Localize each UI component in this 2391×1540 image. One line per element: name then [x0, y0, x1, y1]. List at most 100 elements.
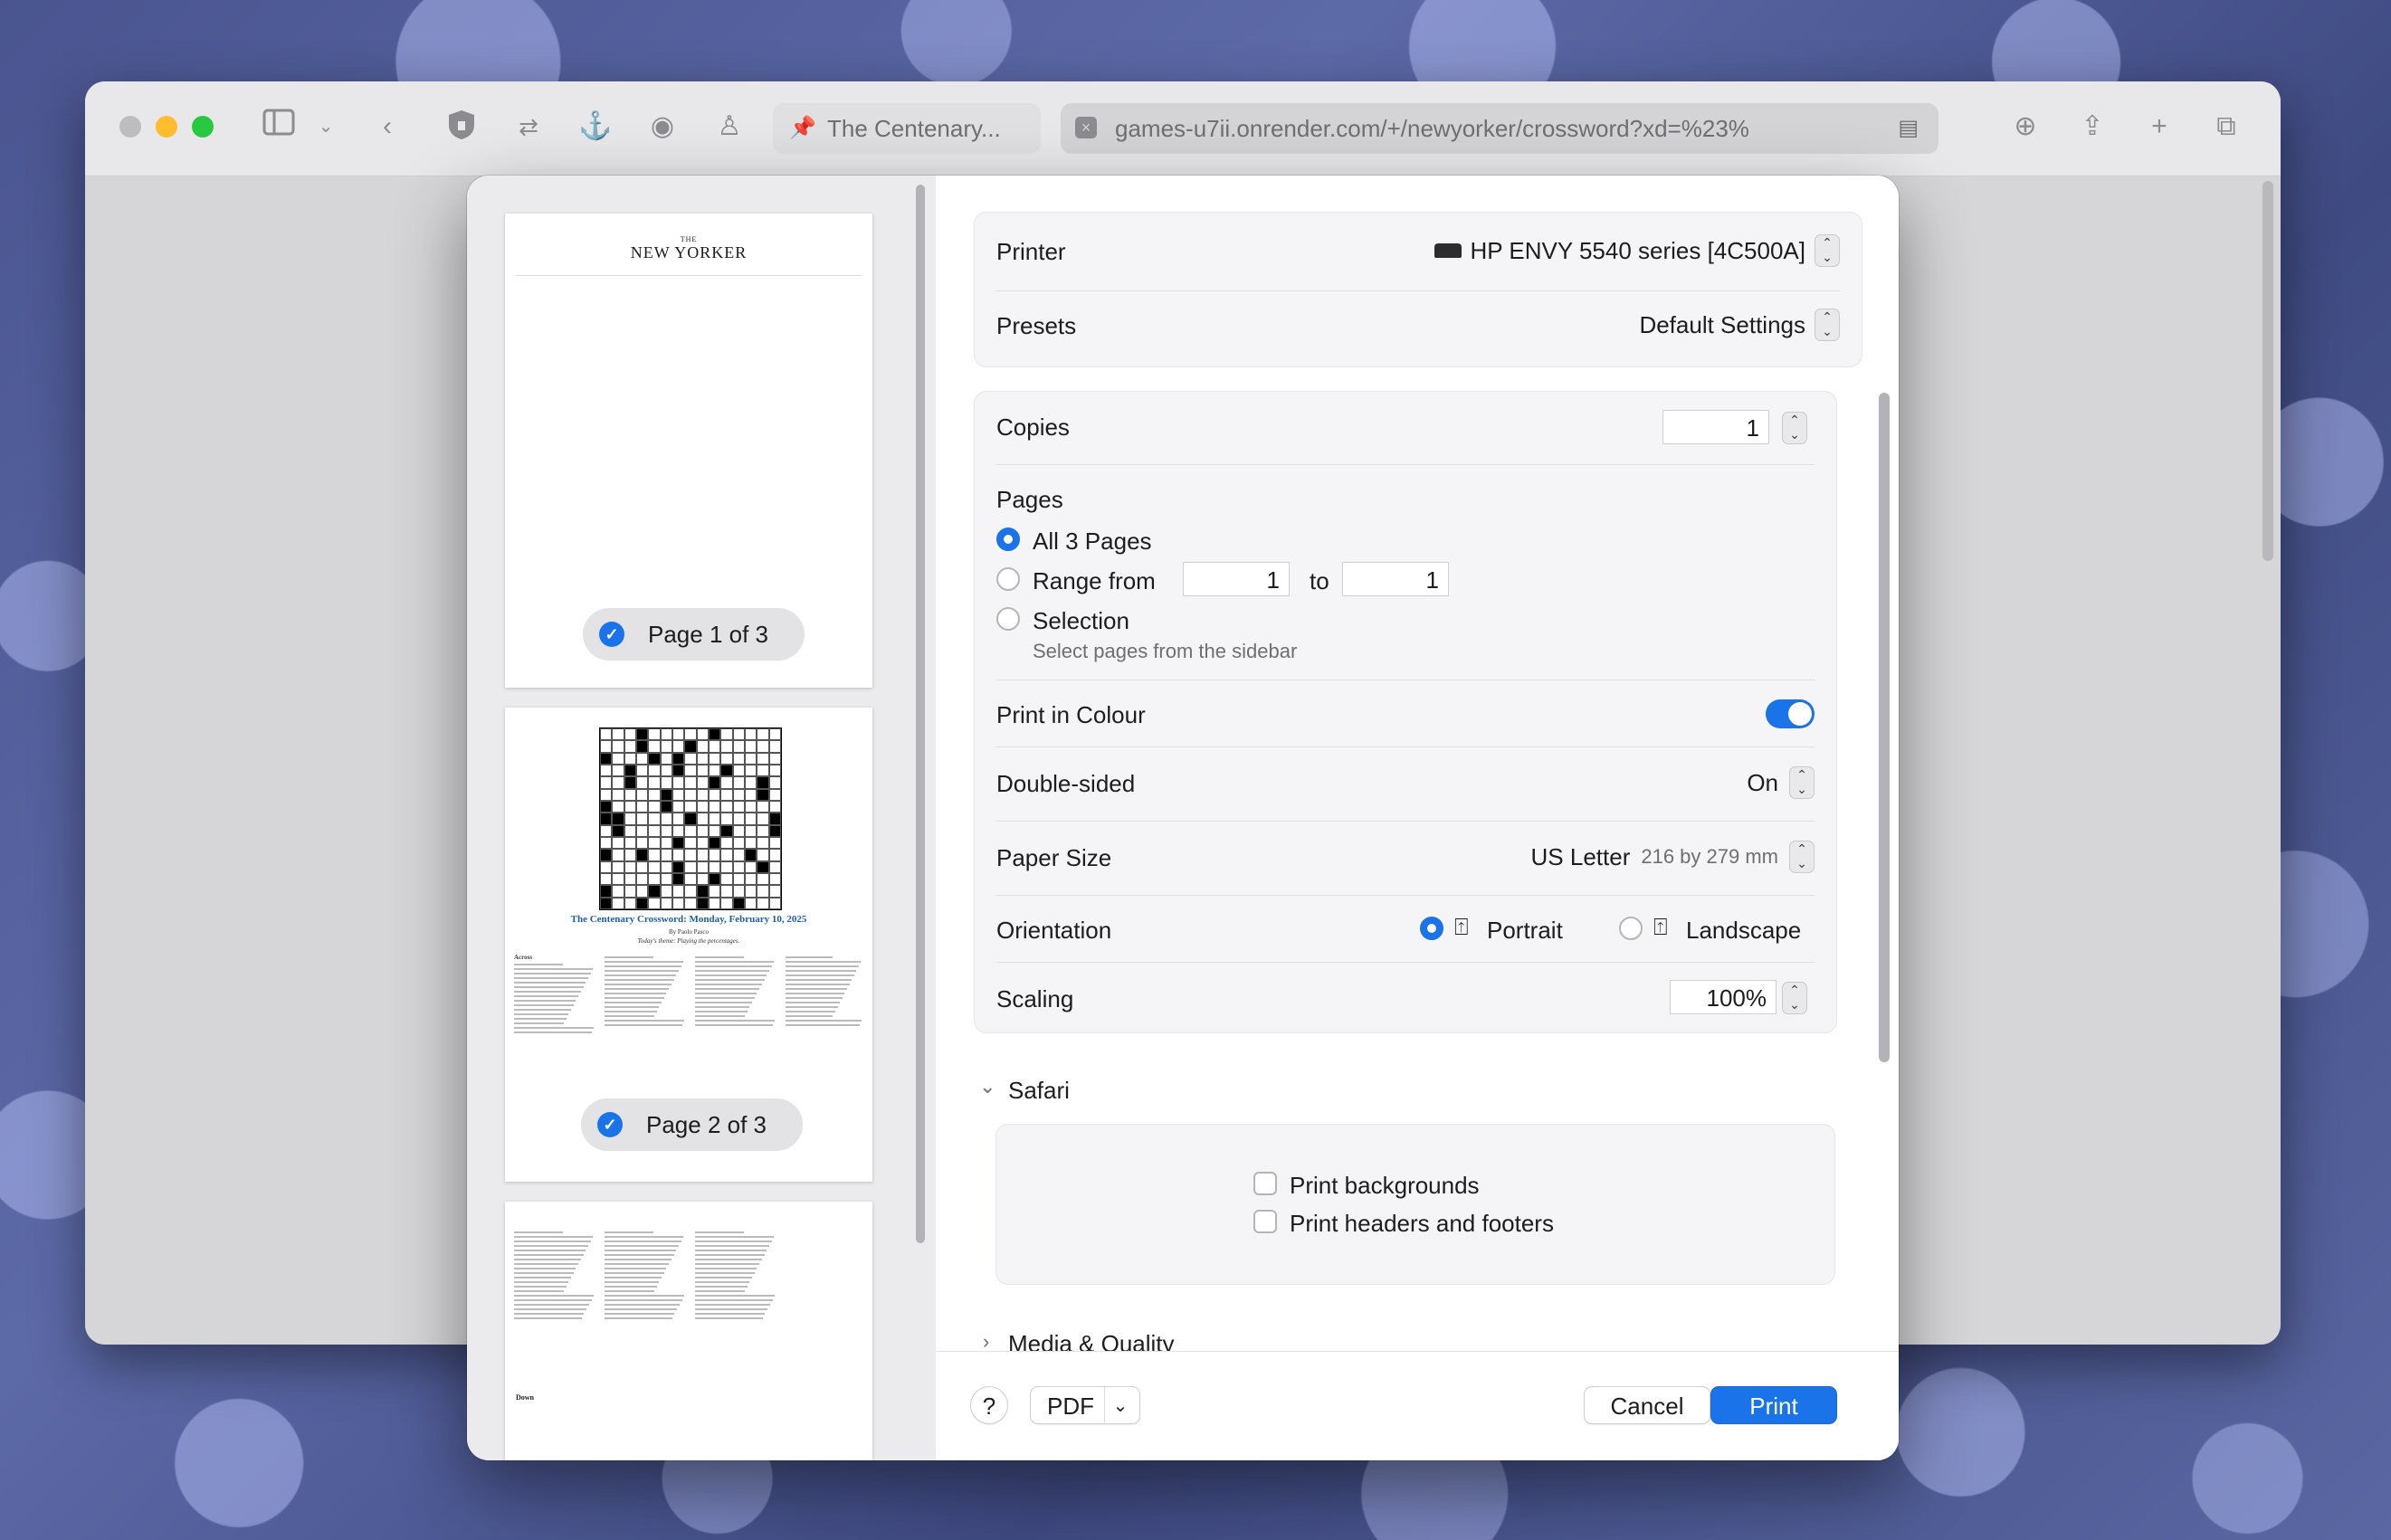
page-badge[interactable]: ✓ Page 1 of 3 [583, 608, 805, 661]
page-badge[interactable]: ✓ Page 2 of 3 [581, 1098, 803, 1151]
grid-cell [684, 764, 697, 777]
copies-stepper[interactable]: ⌃ ⌄ [1782, 412, 1807, 444]
text-line [514, 986, 584, 988]
download-icon[interactable]: ⊕ [2007, 109, 2043, 145]
shield-icon[interactable] [443, 109, 480, 145]
grid-cell [757, 836, 769, 850]
range-radio[interactable] [996, 567, 1020, 591]
text-line [514, 1004, 574, 1006]
grid-cell [624, 764, 636, 777]
chevron-down-icon[interactable]: ⌄ [308, 109, 344, 145]
text-line [605, 1002, 662, 1003]
range-label: Range from [1033, 567, 1156, 594]
grid-cell [660, 836, 672, 850]
chevron-down-icon[interactable]: ⌄ [979, 1075, 995, 1098]
grid-cell [600, 813, 613, 825]
reader-icon[interactable]: ▤ [1898, 103, 1919, 154]
text-line [605, 961, 684, 963]
presets-select[interactable]: Default Settings ⌃ ⌄ [1639, 307, 1840, 343]
print-headers-footers-label: Print headers and footers [1290, 1210, 1554, 1237]
selection-radio[interactable] [996, 607, 1020, 631]
close-tab-icon[interactable]: × [1075, 117, 1097, 138]
tabs-overview-icon[interactable]: ⧉ [2208, 109, 2244, 145]
scaling-field[interactable]: 100% [1670, 980, 1777, 1014]
back-icon[interactable]: ‹ [369, 109, 405, 145]
text-line [695, 1002, 752, 1003]
print-backgrounds-checkbox[interactable] [1253, 1172, 1277, 1195]
pdf-button[interactable]: PDF ⌄ [1030, 1386, 1140, 1425]
grid-cell [624, 776, 636, 789]
grid-cell [624, 740, 636, 753]
double-sided-select[interactable]: On ⌃ ⌄ [1747, 765, 1815, 801]
grid-cell [612, 860, 624, 873]
paper-size-select[interactable]: US Letter 216 by 279 mm ⌃ ⌄ [1531, 839, 1815, 875]
grid-cell [720, 800, 733, 813]
anchor-icon[interactable]: ⚓ [577, 109, 614, 145]
text-line [695, 1254, 765, 1256]
window-scrollbar[interactable] [2262, 181, 2273, 561]
text-line [605, 1024, 682, 1026]
help-button[interactable]: ? [970, 1386, 1008, 1424]
grid-cell [744, 897, 757, 909]
grid-cell [600, 740, 613, 753]
grid-cell [768, 885, 781, 898]
grid-cell [757, 849, 769, 861]
settings-scrollbar[interactable] [1879, 393, 1890, 1062]
grid-cell [768, 897, 781, 909]
grid-cell [744, 849, 757, 861]
text-line [695, 1299, 773, 1301]
grid-cell [635, 752, 649, 765]
grid-cell [732, 752, 745, 765]
grid-cell [648, 776, 661, 789]
grid-cell [684, 813, 697, 825]
range-from-field[interactable]: 1 [1183, 562, 1290, 596]
shuffle-icon[interactable]: ⇄ [510, 109, 547, 145]
grid-cell [600, 728, 613, 741]
close-window-button[interactable] [119, 116, 141, 138]
text-line [514, 1299, 592, 1301]
text-line [695, 1024, 773, 1026]
sidebar-icon[interactable] [261, 109, 297, 145]
grid-cell [757, 813, 769, 825]
grid-cell [708, 860, 721, 873]
grid-cell [684, 836, 697, 850]
text-line [695, 1245, 769, 1247]
page-thumbnail-2[interactable]: The Centenary Crossword: Monday, Februar… [505, 708, 872, 1182]
text-line [695, 970, 769, 972]
page-thumbnail-3[interactable]: Down [505, 1202, 872, 1460]
text-line [605, 1308, 678, 1310]
print-in-colour-toggle[interactable] [1766, 699, 1815, 728]
circle-icon[interactable]: ◉ [644, 109, 681, 145]
printer-select[interactable]: HP ENVY 5540 series [4C500A] ⌃ ⌄ [1434, 233, 1840, 269]
page-thumbnail-1[interactable]: THE NEW YORKER ✓ Page 1 of 3 [505, 214, 872, 688]
figure-icon[interactable]: ♙ [711, 109, 748, 145]
sidebar-scrollbar[interactable] [916, 185, 925, 1243]
portrait-radio[interactable] [1420, 917, 1443, 940]
zoom-window-button[interactable] [192, 116, 214, 138]
print-button[interactable]: Print [1710, 1386, 1837, 1424]
print-headers-footers-checkbox[interactable] [1253, 1210, 1277, 1233]
text-line [514, 1027, 595, 1029]
range-to-field[interactable]: 1 [1342, 562, 1449, 596]
minimize-window-button[interactable] [156, 116, 177, 138]
all-pages-radio[interactable] [996, 528, 1020, 551]
range-to-label: to [1310, 567, 1329, 594]
grid-cell [744, 885, 757, 898]
scaling-stepper[interactable]: ⌃ ⌄ [1782, 982, 1807, 1014]
landscape-radio[interactable] [1619, 917, 1643, 940]
tab-address[interactable]: × games-u7ii.onrender.com/+/newyorker/cr… [1061, 103, 1939, 154]
print-settings: Printer HP ENVY 5540 series [4C500A] ⌃ ⌄ … [936, 176, 1899, 1460]
grid-cell [672, 836, 685, 850]
copies-field[interactable]: 1 [1662, 410, 1769, 444]
safari-section-label[interactable]: Safari [1008, 1077, 1070, 1105]
tab-centenary[interactable]: 📌 The Centenary... [773, 103, 1041, 154]
plus-icon[interactable]: + [2141, 109, 2177, 145]
text-line [514, 1245, 588, 1247]
grid-cell [635, 849, 649, 861]
address-bar[interactable]: games-u7ii.onrender.com/+/newyorker/cros… [1115, 103, 1857, 154]
grid-cell [757, 824, 769, 837]
text-line [605, 1259, 672, 1260]
text-line [605, 956, 653, 958]
share-icon[interactable]: ⇪ [2074, 109, 2110, 145]
cancel-button[interactable]: Cancel [1584, 1386, 1710, 1424]
